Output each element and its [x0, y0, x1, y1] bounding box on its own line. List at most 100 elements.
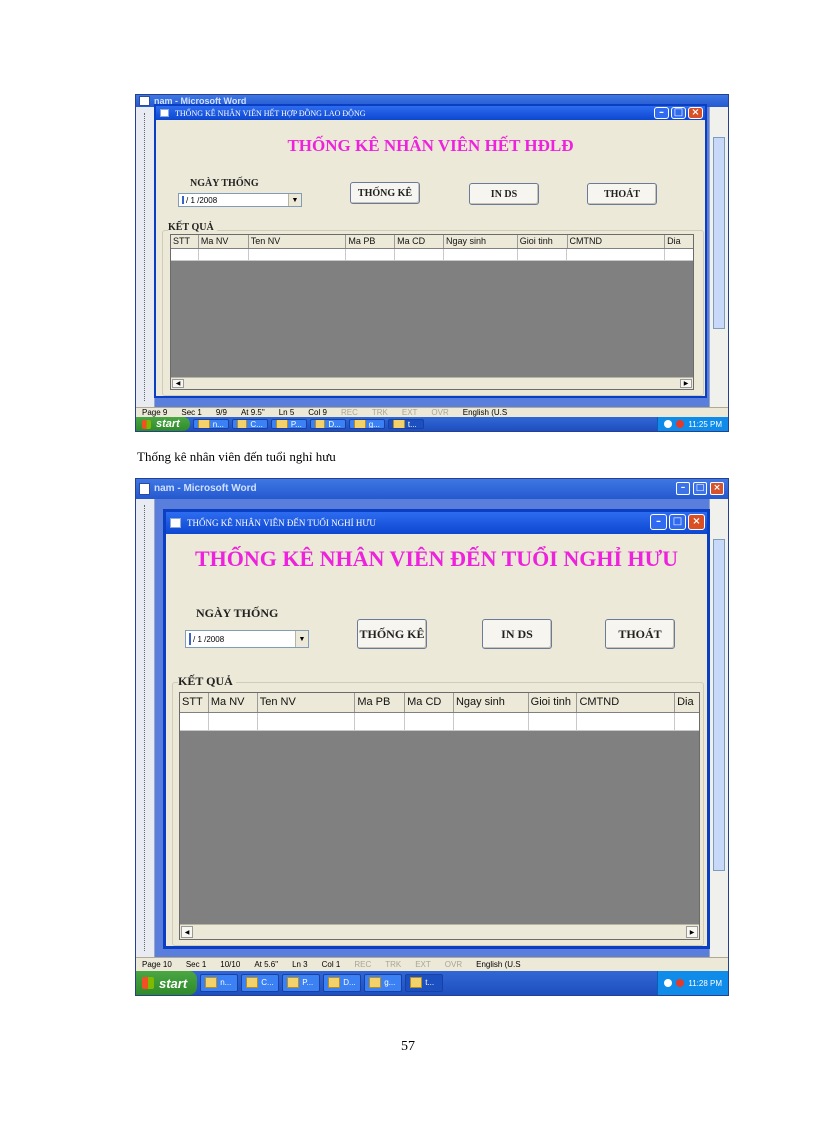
col-ten-nv[interactable]: Ten NV [258, 693, 356, 712]
scroll-left-icon[interactable]: ◀ [181, 926, 193, 938]
system-tray: 11:25 PM [657, 417, 728, 431]
col-ngay-sinh[interactable]: Ngay sinh [454, 693, 529, 712]
taskbar-item[interactable]: C... [241, 974, 280, 992]
word-close-button[interactable]: × [710, 482, 724, 495]
word-statusbar: Page 9 Sec 1 9/9 At 9.5" Ln 5 Col 9 REC … [136, 407, 728, 417]
app-icon [197, 419, 210, 429]
taskbar-item[interactable]: D... [323, 974, 362, 992]
task-label: C... [250, 419, 263, 429]
thoat-button[interactable]: THOÁT [605, 619, 675, 649]
in-ds-button[interactable]: IN DS [469, 183, 539, 205]
scroll-thumb[interactable] [713, 137, 725, 329]
scroll-right-icon[interactable]: ▶ [686, 926, 698, 938]
dropdown-arrow-icon[interactable]: ▼ [295, 631, 308, 647]
taskbar-item[interactable]: t... [405, 974, 444, 992]
taskbar-item[interactable]: P... [282, 974, 321, 992]
status-ext: EXT [415, 960, 431, 969]
scroll-right-icon[interactable]: ▶ [680, 379, 692, 388]
folder-icon [328, 977, 341, 989]
thong-ke-button[interactable]: THỐNG KÊ [357, 619, 427, 649]
tray-icon[interactable] [664, 979, 673, 987]
start-label: start [156, 418, 180, 430]
col-stt[interactable]: STT [180, 693, 209, 712]
result-label: KẾT QUẢ [178, 674, 236, 689]
tray-icon[interactable] [664, 420, 673, 428]
tray-icon[interactable] [676, 420, 685, 428]
word-titlebar: nam - Microsoft Word [136, 479, 728, 499]
col-ma-pb[interactable]: Ma PB [355, 693, 406, 712]
system-tray: 11:28 PM [657, 971, 728, 995]
close-button[interactable]: × [688, 107, 703, 119]
col-dia[interactable]: Dia [665, 235, 693, 248]
taskbar-item[interactable]: D... [309, 418, 346, 430]
taskbar-item[interactable]: g... [348, 418, 385, 430]
maximize-button[interactable]: □ [671, 107, 686, 119]
col-ten-nv[interactable]: Ten NV [249, 235, 347, 248]
col-ma-nv[interactable]: Ma NV [209, 693, 258, 712]
date-combobox[interactable]: / 1 /2008 ▼ [185, 630, 309, 648]
taskbar-item[interactable]: P... [270, 418, 307, 430]
status-page: Page 9 [142, 408, 168, 417]
windows-taskbar: start n... C... P... D... g... t... 11:2… [136, 417, 728, 431]
col-stt[interactable]: STT [171, 235, 199, 248]
word-maximize-button[interactable]: □ [693, 482, 707, 495]
windows-flag-icon [142, 977, 154, 989]
taskbar-item[interactable]: g... [364, 974, 403, 992]
date-combobox[interactable]: / 1 /2008 ▼ [178, 193, 302, 207]
close-button[interactable]: × [688, 514, 705, 530]
page-number: 57 [401, 1039, 415, 1054]
tray-icon[interactable] [676, 979, 685, 987]
grid-horizontal-scrollbar[interactable]: ◀ ▶ [171, 377, 693, 389]
thong-ke-button[interactable]: THỐNG KÊ [350, 182, 420, 204]
windows-taskbar: start n... C... P... D... g... t... 11:2… [136, 971, 728, 995]
col-ma-cd[interactable]: Ma CD [405, 693, 454, 712]
scroll-left-icon[interactable]: ◀ [172, 379, 184, 388]
minimize-button[interactable]: – [654, 107, 669, 119]
windows-flag-icon [142, 419, 151, 429]
col-ngay-sinh[interactable]: Ngay sinh [444, 235, 518, 248]
col-gioi-tinh[interactable]: Gioi tinh [529, 693, 578, 712]
result-grid[interactable]: STT Ma NV Ten NV Ma PB Ma CD Ngay sinh G… [170, 234, 694, 390]
col-cmtnd[interactable]: CMTND [568, 235, 666, 248]
window-icon [392, 419, 405, 429]
col-cmtnd[interactable]: CMTND [577, 693, 676, 712]
dialog-titlebar: THỐNG KÊ NHÂN VIÊN HẾT HỢP ĐỒNG LAO ĐỘNG [156, 106, 705, 120]
maximize-button[interactable]: □ [669, 514, 686, 530]
word-logo-icon [139, 96, 150, 106]
result-grid[interactable]: STT Ma NV Ten NV Ma PB Ma CD Ngay sinh G… [179, 692, 700, 940]
date-value: / 1 /2008 [186, 195, 218, 205]
taskbar-item[interactable]: n... [200, 974, 239, 992]
status-ovr: OVR [431, 408, 449, 417]
word-vertical-scrollbar[interactable] [709, 499, 728, 957]
scroll-thumb[interactable] [713, 539, 725, 871]
taskbar-item[interactable]: t... [387, 418, 424, 430]
grid-header: STT Ma NV Ten NV Ma PB Ma CD Ngay sinh G… [171, 235, 693, 249]
word-title-text: nam - Microsoft Word [154, 483, 257, 494]
col-gioi-tinh[interactable]: Gioi tinh [518, 235, 568, 248]
minimize-button[interactable]: – [650, 514, 667, 530]
dialog-title: THỐNG KÊ NHÂN VIÊN HẾT HỢP ĐỒNG LAO ĐỘNG [175, 108, 366, 118]
dropdown-arrow-icon[interactable]: ▼ [288, 194, 301, 206]
taskbar-item[interactable]: C... [231, 418, 268, 430]
col-dia[interactable]: Dia [675, 693, 699, 712]
taskbar-item[interactable]: n... [192, 418, 229, 430]
report-heading: THỐNG KÊ NHÂN VIÊN HẾT HĐLĐ [287, 136, 574, 155]
col-ma-nv[interactable]: Ma NV [199, 235, 249, 248]
table-row[interactable] [171, 249, 693, 261]
grid-horizontal-scrollbar[interactable]: ◀ ▶ [180, 924, 699, 939]
word-vertical-scrollbar[interactable] [709, 107, 728, 407]
start-button[interactable]: start [136, 417, 190, 431]
start-button[interactable]: start [136, 971, 198, 995]
table-row[interactable] [180, 713, 699, 731]
task-label: t... [407, 419, 417, 429]
grid-header: STT Ma NV Ten NV Ma PB Ma CD Ngay sinh G… [180, 693, 699, 713]
word-minimize-button[interactable]: – [676, 482, 690, 495]
window-icon [160, 109, 169, 117]
col-ma-cd[interactable]: Ma CD [395, 235, 444, 248]
dialog-titlebar: THỐNG KÊ NHÂN VIÊN ĐẾN TUỔI NGHỈ HƯU [166, 512, 707, 534]
col-ma-pb[interactable]: Ma PB [346, 235, 396, 248]
thoat-button[interactable]: THOÁT [587, 183, 657, 205]
in-ds-button[interactable]: IN DS [482, 619, 552, 649]
window-icon [170, 518, 181, 528]
window-icon [353, 419, 366, 429]
